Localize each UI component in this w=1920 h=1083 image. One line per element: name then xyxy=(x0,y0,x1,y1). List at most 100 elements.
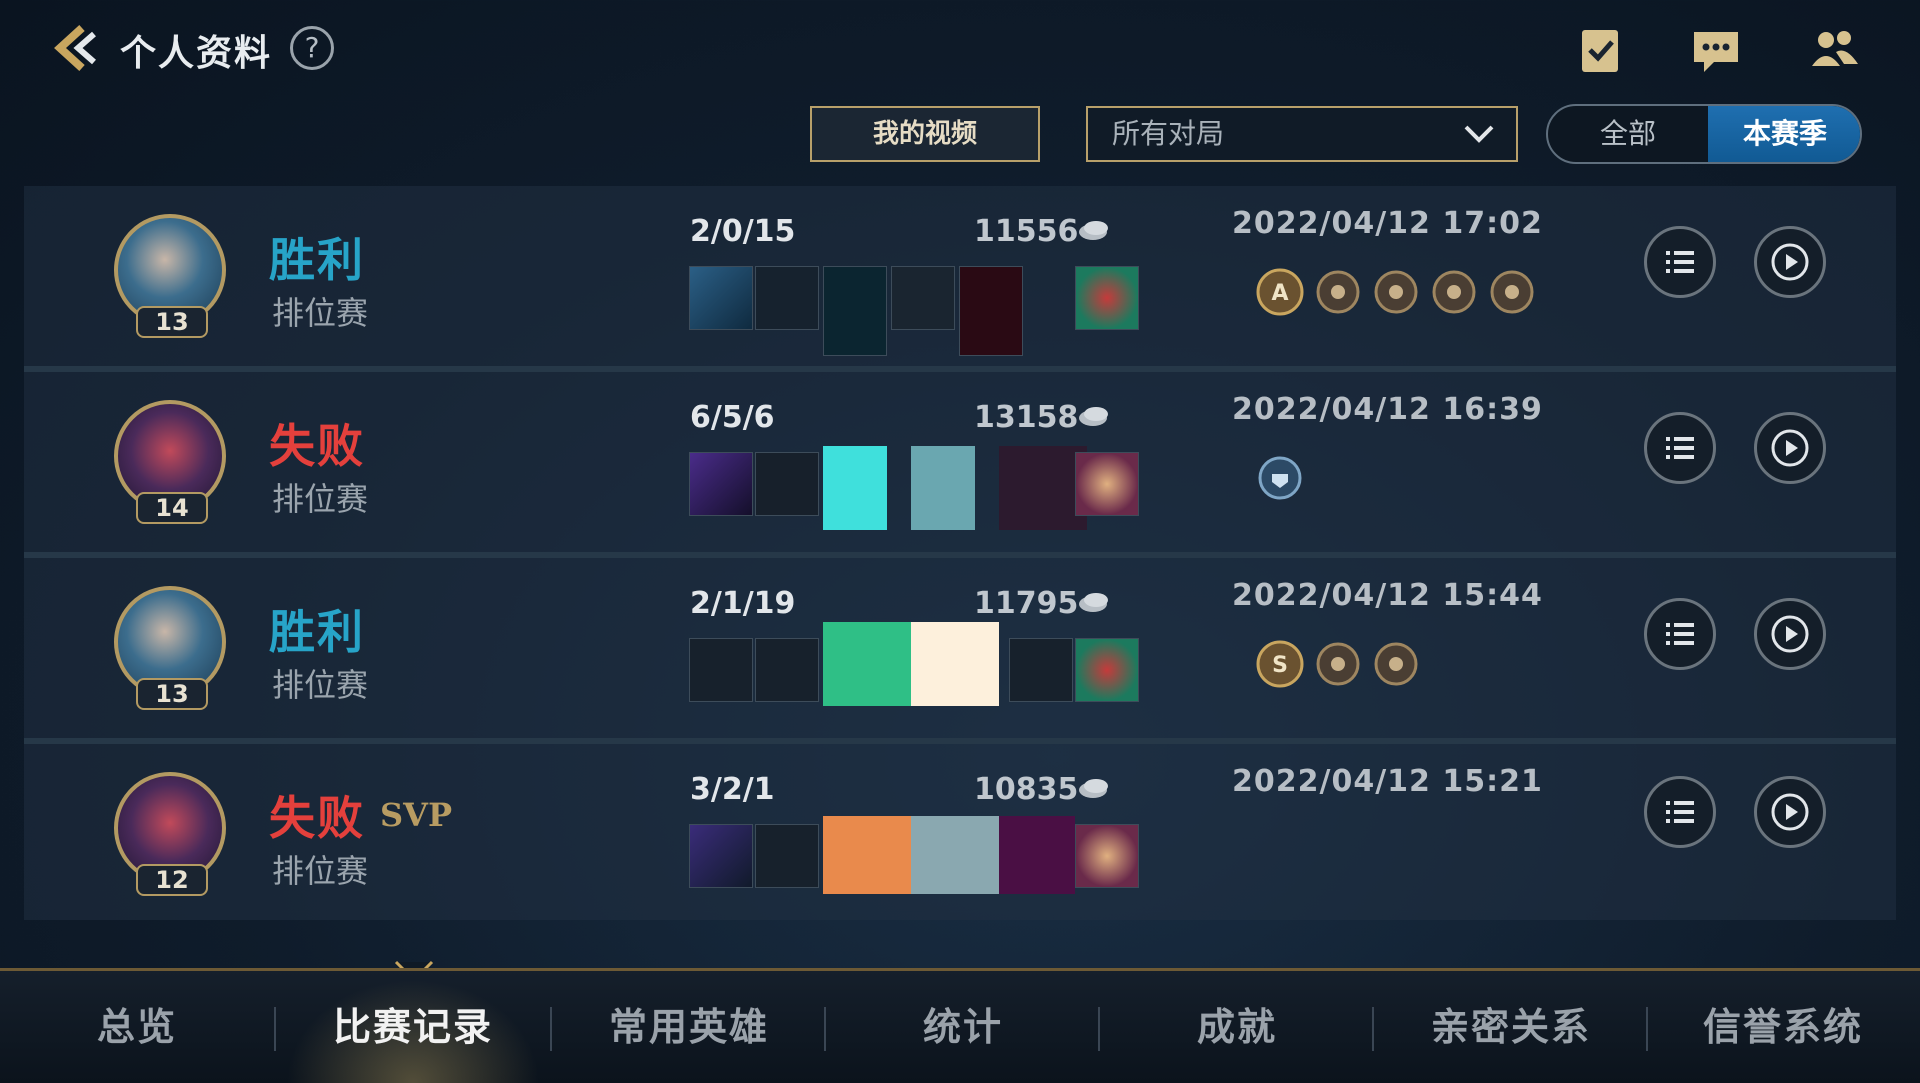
item-slot xyxy=(823,622,911,706)
champion-level: 13 xyxy=(136,306,208,338)
svg-text:A: A xyxy=(1271,281,1288,306)
item-build xyxy=(689,446,1139,530)
bottom-nav: 总览 比赛记录 常用英雄 统计 成就 亲密关系 信誉系统 xyxy=(0,968,1920,1083)
achievement-badge-icon xyxy=(1432,270,1476,314)
list-icon xyxy=(1666,251,1694,273)
item-build xyxy=(689,622,1139,708)
chat-icon[interactable] xyxy=(1688,22,1744,78)
item-slot xyxy=(689,638,753,702)
tab-favorite-champions[interactable]: 常用英雄 xyxy=(552,971,826,1083)
replay-icon xyxy=(1771,243,1809,281)
match-replay-button[interactable] xyxy=(1754,776,1826,848)
match-details-button[interactable] xyxy=(1644,776,1716,848)
gold-earned: 13158 xyxy=(974,400,1079,435)
match-replay-button[interactable] xyxy=(1754,598,1826,670)
list-icon xyxy=(1666,437,1694,459)
match-time: 2022/04/12 16:39 xyxy=(1232,392,1543,427)
tab-honor-system[interactable]: 信誉系统 xyxy=(1646,971,1920,1083)
match-result: 胜利 xyxy=(269,233,365,287)
toggle-this-season[interactable]: 本赛季 xyxy=(1708,106,1860,162)
match-row[interactable]: 13 胜利 排位赛 2/1/19 11795 2022/04/12 15:44 … xyxy=(24,558,1896,738)
my-videos-button[interactable]: 我的视频 xyxy=(810,106,1040,162)
achievement-badge-icon xyxy=(1374,642,1418,686)
replay-icon xyxy=(1771,429,1809,467)
match-result: 胜利 xyxy=(269,605,365,659)
help-icon[interactable]: ? xyxy=(290,26,334,70)
game-mode: 排位赛 xyxy=(272,480,369,518)
replay-icon xyxy=(1771,615,1809,653)
friends-icon[interactable] xyxy=(1806,22,1862,78)
match-result: 失败 xyxy=(269,791,365,845)
item-slot xyxy=(823,266,887,356)
tab-achievements[interactable]: 成就 xyxy=(1100,971,1374,1083)
item-slot xyxy=(911,446,975,530)
tab-stats[interactable]: 统计 xyxy=(826,971,1100,1083)
item-slot xyxy=(689,452,753,516)
champion-level: 13 xyxy=(136,678,208,710)
match-result: 失败 xyxy=(269,419,365,473)
item-slot xyxy=(1075,824,1139,888)
chevron-down-icon xyxy=(1464,125,1494,143)
match-time: 2022/04/12 15:21 xyxy=(1232,764,1543,799)
tab-match-history[interactable]: 比赛记录 xyxy=(276,971,550,1083)
item-slot xyxy=(755,452,819,516)
gold-coin-icon xyxy=(1079,407,1108,426)
item-slot xyxy=(911,816,999,894)
kda: 6/5/6 xyxy=(690,400,775,435)
match-time: 2022/04/12 17:02 xyxy=(1232,206,1543,241)
top-bar: 个人资料 ? xyxy=(0,0,1920,100)
match-replay-button[interactable] xyxy=(1754,226,1826,298)
rank-a-badge-icon: A xyxy=(1256,268,1304,316)
item-build xyxy=(689,266,1139,356)
item-slot xyxy=(1075,452,1139,516)
kda: 2/1/19 xyxy=(690,586,796,621)
back-arrow-icon[interactable] xyxy=(48,20,104,76)
shield-badge-icon xyxy=(1258,456,1302,500)
item-slot xyxy=(999,446,1087,530)
item-slot xyxy=(755,638,819,702)
match-row[interactable]: 12 失败 SVP 排位赛 3/2/1 10835 2022/04/12 15:… xyxy=(24,744,1896,920)
gold-earned: 11556 xyxy=(974,214,1079,249)
item-slot xyxy=(1009,638,1073,702)
tab-overview[interactable]: 总览 xyxy=(0,971,274,1083)
season-toggle[interactable]: 全部 本赛季 xyxy=(1546,104,1862,164)
match-details-button[interactable] xyxy=(1644,226,1716,298)
match-time: 2022/04/12 15:44 xyxy=(1232,578,1543,613)
achievement-badge-icon xyxy=(1490,270,1534,314)
toggle-all[interactable]: 全部 xyxy=(1548,106,1708,162)
item-slot xyxy=(689,824,753,888)
gold-earned: 11795 xyxy=(974,586,1079,621)
gold-coin-icon xyxy=(1079,593,1108,612)
replay-icon xyxy=(1771,793,1809,831)
achievement-badge-icon xyxy=(1316,270,1360,314)
item-slot xyxy=(911,622,999,706)
match-filter-dropdown[interactable]: 所有对局 xyxy=(1086,106,1518,162)
svp-tag: SVP xyxy=(380,796,452,834)
dropdown-value: 所有对局 xyxy=(1112,117,1225,150)
tab-relationships[interactable]: 亲密关系 xyxy=(1374,971,1648,1083)
item-slot xyxy=(891,266,955,330)
list-icon xyxy=(1666,623,1694,645)
gold-earned: 10835 xyxy=(974,772,1079,807)
rank-s-badge-icon: S xyxy=(1256,640,1304,688)
page-title: 个人资料 xyxy=(120,33,273,74)
item-slot xyxy=(823,816,911,894)
boots-item xyxy=(1075,266,1139,330)
achievement-badge-icon xyxy=(1374,270,1418,314)
match-replay-button[interactable] xyxy=(1754,412,1826,484)
match-details-button[interactable] xyxy=(1644,598,1716,670)
achievement-badge-icon xyxy=(1316,642,1360,686)
item-slot xyxy=(823,446,887,530)
match-row[interactable]: 13 胜利 排位赛 2/0/15 11556 2022/04/12 17:02 … xyxy=(24,186,1896,366)
game-mode: 排位赛 xyxy=(272,294,369,332)
match-details-button[interactable] xyxy=(1644,412,1716,484)
item-slot xyxy=(999,816,1075,894)
champion-level: 14 xyxy=(136,492,208,524)
match-row[interactable]: 14 失败 排位赛 6/5/6 13158 2022/04/12 16:39 xyxy=(24,372,1896,552)
checklist-icon[interactable] xyxy=(1572,22,1628,78)
boots-item xyxy=(1075,638,1139,702)
game-mode: 排位赛 xyxy=(272,666,369,704)
list-icon xyxy=(1666,801,1694,823)
game-mode: 排位赛 xyxy=(272,852,369,890)
item-slot xyxy=(959,266,1023,356)
